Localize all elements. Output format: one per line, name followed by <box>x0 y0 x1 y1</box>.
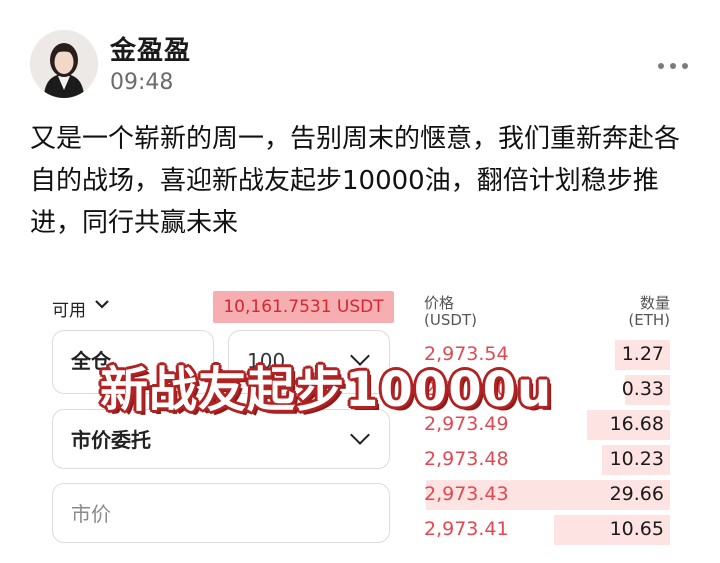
qty-column-header: 数量 (ETH) <box>620 295 670 329</box>
qty-header-line2: (ETH) <box>628 311 670 329</box>
post-text: 又是一个崭新的周一，告别周末的惬意，我们重新奔赴各自的战场，喜迎新战友起步100… <box>30 124 681 238</box>
order-qty: 0.33 <box>621 378 664 400</box>
chevron-down-icon[interactable] <box>350 425 370 445</box>
available-label: 可用 <box>52 301 86 321</box>
order-price: 2,973.48 <box>424 448 509 470</box>
order-book-row[interactable]: 2,973.48 10.23 <box>418 443 670 477</box>
order-qty: 10.65 <box>609 518 664 540</box>
price-placeholder: 市价 <box>71 502 111 526</box>
post-time: 09:48 <box>110 70 174 95</box>
price-column-header: 价格 (USDT) <box>424 295 477 329</box>
author-name[interactable]: 金盈盈 <box>110 30 191 67</box>
order-price: 2,973.41 <box>424 518 509 540</box>
qty-header-line1: 数量 <box>639 294 670 312</box>
order-qty: 1.27 <box>621 343 664 365</box>
chevron-down-icon[interactable] <box>93 295 111 317</box>
order-book-row[interactable]: 2,973.41 10.65 <box>418 513 670 547</box>
price-header-line1: 价格 <box>424 294 455 312</box>
price-input[interactable]: 市价 <box>52 483 390 543</box>
order-qty: 10.23 <box>609 448 664 470</box>
avatar[interactable] <box>30 30 98 98</box>
order-book-row[interactable]: 2,973.43 29.66 <box>418 478 670 512</box>
overlay-banner: 新战友起步10000u <box>100 362 553 418</box>
price-header-line2: (USDT) <box>424 311 477 329</box>
balance-badge[interactable]: 10,161.7531 USDT <box>213 291 394 344</box>
order-qty: 29.66 <box>609 483 664 505</box>
order-qty: 16.68 <box>609 413 664 435</box>
order-price: 2,973.43 <box>424 483 509 505</box>
balance-value: 10,161.7531 USDT <box>223 297 384 317</box>
more-dots-icon[interactable] <box>658 58 694 74</box>
